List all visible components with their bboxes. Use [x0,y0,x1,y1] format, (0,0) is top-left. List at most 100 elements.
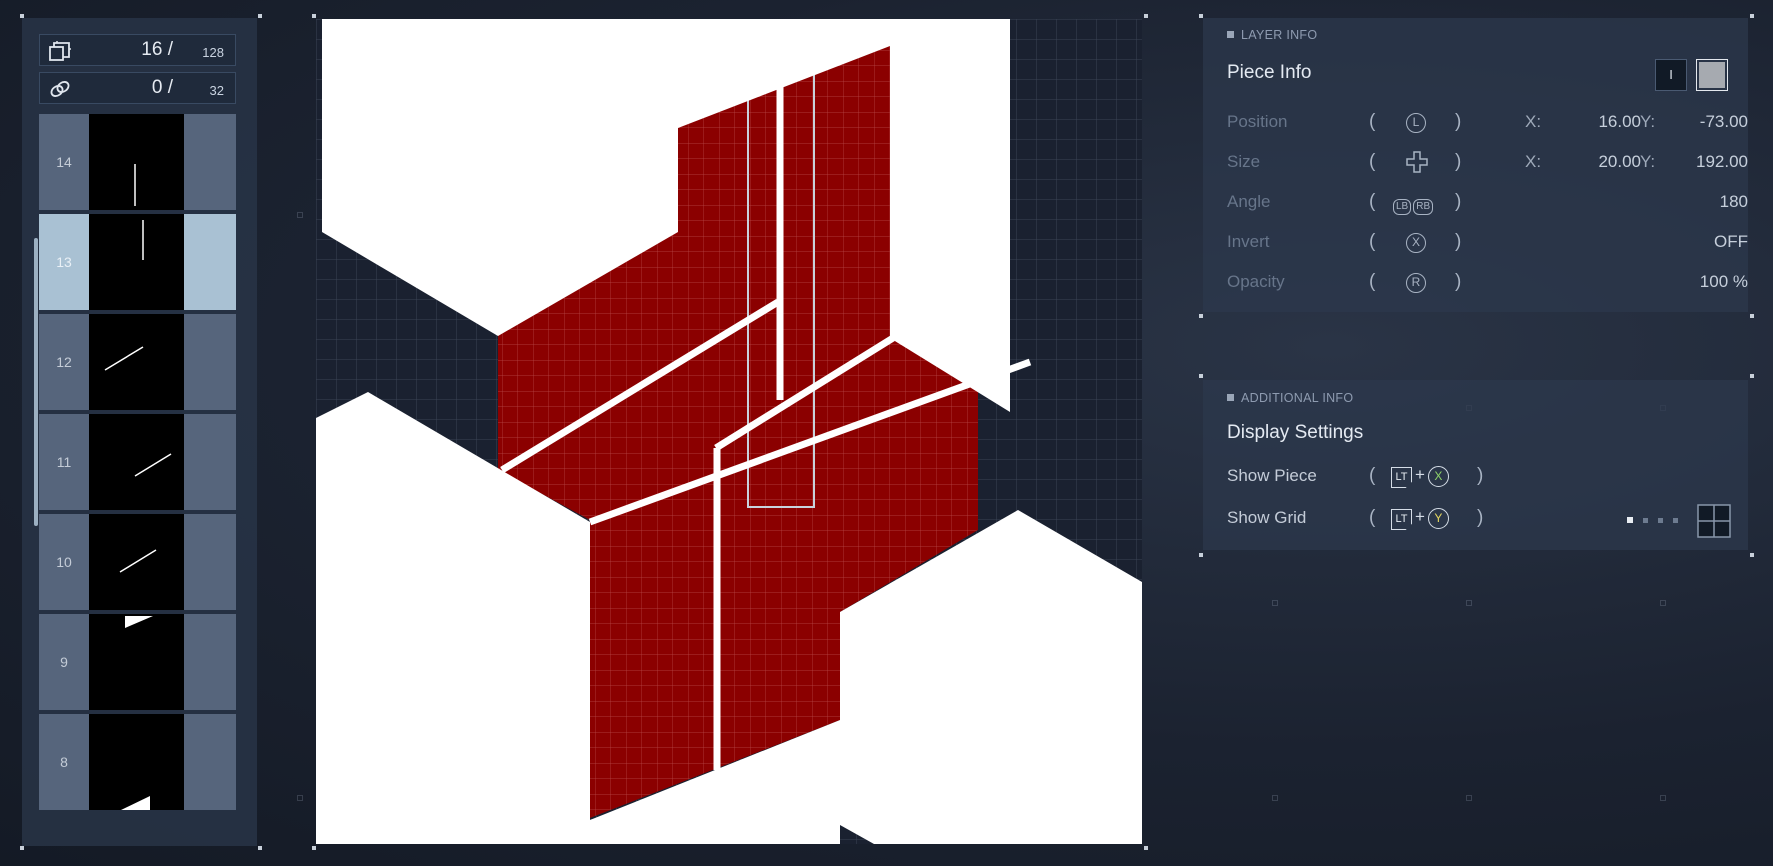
grid-icon[interactable] [1697,504,1731,538]
link-count: 0 / [151,77,173,98]
lb-button-icon: LB [1393,199,1412,215]
dpad-icon [1406,151,1428,173]
background-dot [1660,795,1666,801]
layer-item[interactable]: 9 [39,614,236,710]
paren-close: ) [1477,507,1484,528]
grid-level-dot [1673,518,1678,523]
background-dot [1660,600,1666,606]
pieces-stack-icon [49,41,71,61]
layer-item[interactable]: 11 [39,414,236,510]
grid-level-indicator[interactable] [1627,516,1687,526]
opacity-label: Opacity [1227,272,1285,291]
plus-sign: + [1415,507,1425,526]
paren-close: ) [1455,271,1462,292]
lt-trigger-icon: LT [1391,509,1412,530]
corner-marker [1750,314,1754,318]
panel-title: Piece Info [1227,62,1312,83]
invert-row[interactable]: Invert ( X ) OFF [1227,228,1748,258]
piece-count: 16 / [141,39,173,60]
angle-row[interactable]: Angle ( LB RB ) 180 [1227,188,1748,218]
position-label: Position [1227,112,1288,131]
layer-number: 9 [60,654,68,670]
link-max: 32 [209,83,224,98]
position-x-value: 16.00 [1598,112,1641,131]
x-button-icon: X [1406,233,1426,253]
left-stick-icon: L [1406,113,1426,133]
grid-level-dot [1643,518,1648,523]
x-button: X [1406,231,1426,253]
plus-sign: + [1415,465,1425,484]
layer-thumbnail [89,514,184,610]
additional-info-panel: ADDITIONAL INFO Display Settings Show Pi… [1203,380,1748,550]
canvas-artwork [316,19,1142,844]
corner-marker [312,846,316,850]
paren-open: ( [1369,271,1376,292]
layer-toggle-button[interactable]: I [1655,59,1687,91]
left-stick-button: L [1406,111,1426,133]
piece-color-swatch[interactable] [1696,59,1728,91]
link-counter: 0 / 32 [39,72,236,104]
layer-item[interactable]: 14 [39,114,236,210]
layer-number: 8 [60,754,68,770]
invert-label: Invert [1227,232,1270,251]
layer-item[interactable]: 12 [39,314,236,410]
paren-close: ) [1455,151,1462,172]
show-piece-row[interactable]: Show Piece ( LT + X ) [1227,462,1727,492]
layer-thumbnail [89,114,184,210]
paren-open: ( [1369,151,1376,172]
layer-number: 11 [56,454,72,470]
opacity-row[interactable]: Opacity ( R ) 100 % [1227,268,1748,298]
layer-item[interactable]: 8 [39,714,236,810]
layer-thumbnail [89,214,184,310]
layer-scrollbar[interactable] [34,238,38,526]
corner-marker [1144,846,1148,850]
grid-level-dot [1658,518,1663,523]
right-stick-button: R [1406,271,1426,293]
corner-marker [1199,553,1203,557]
section-header-additional-info: ADDITIONAL INFO [1227,391,1353,405]
corner-marker [1199,374,1203,378]
background-dot [1272,600,1278,606]
paren-close: ) [1477,465,1484,486]
size-x-value: 20.00 [1598,152,1641,171]
size-y-value: 192.00 [1696,152,1748,171]
paren-open: ( [1369,465,1376,486]
background-dot [1466,795,1472,801]
corner-marker [20,846,24,850]
show-grid-label: Show Grid [1227,508,1307,527]
corner-marker [1750,14,1754,18]
corner-marker [258,846,262,850]
right-stick-icon: R [1406,273,1426,293]
layer-thumbnail [89,414,184,510]
piece-counter: 16 / 128 [39,34,236,66]
layer-panel: 16 / 128 0 / 32 14 13 12 11 10 9 8 [22,18,257,846]
drawing-canvas[interactable] [316,19,1142,844]
piece-max: 128 [202,45,224,60]
paren-open: ( [1369,191,1376,212]
layer-number: 13 [56,254,72,270]
dpad-button [1406,151,1428,178]
grid-level-dot-active [1627,517,1633,523]
display-settings-title: Display Settings [1227,422,1364,443]
section-header-layer-info: LAYER INFO [1227,28,1317,42]
layer-item-selected[interactable]: 13 [39,214,236,310]
size-x-label: X: [1525,152,1542,171]
paren-open: ( [1369,507,1376,528]
layer-number: 14 [56,154,72,170]
invert-value: OFF [1714,232,1748,251]
layer-item[interactable]: 10 [39,514,236,610]
corner-marker [1750,374,1754,378]
paren-open: ( [1369,111,1376,132]
paren-close: ) [1455,231,1462,252]
paren-close: ) [1455,111,1462,132]
size-label: Size [1227,152,1261,171]
size-row[interactable]: Size ( ) X: 20.00 Y: 192.00 [1227,148,1748,178]
layer-info-panel: LAYER INFO Piece Info I Position ( L ) X… [1203,18,1748,312]
paren-close: ) [1455,191,1462,212]
position-row[interactable]: Position ( L ) X: 16.00 Y: -73.00 [1227,108,1748,138]
angle-value: 180 [1719,192,1748,211]
x-button-icon: X [1427,466,1449,487]
layer-list[interactable]: 14 13 12 11 10 9 8 [39,114,236,834]
background-dot [1272,795,1278,801]
layer-thumbnail [89,614,184,710]
